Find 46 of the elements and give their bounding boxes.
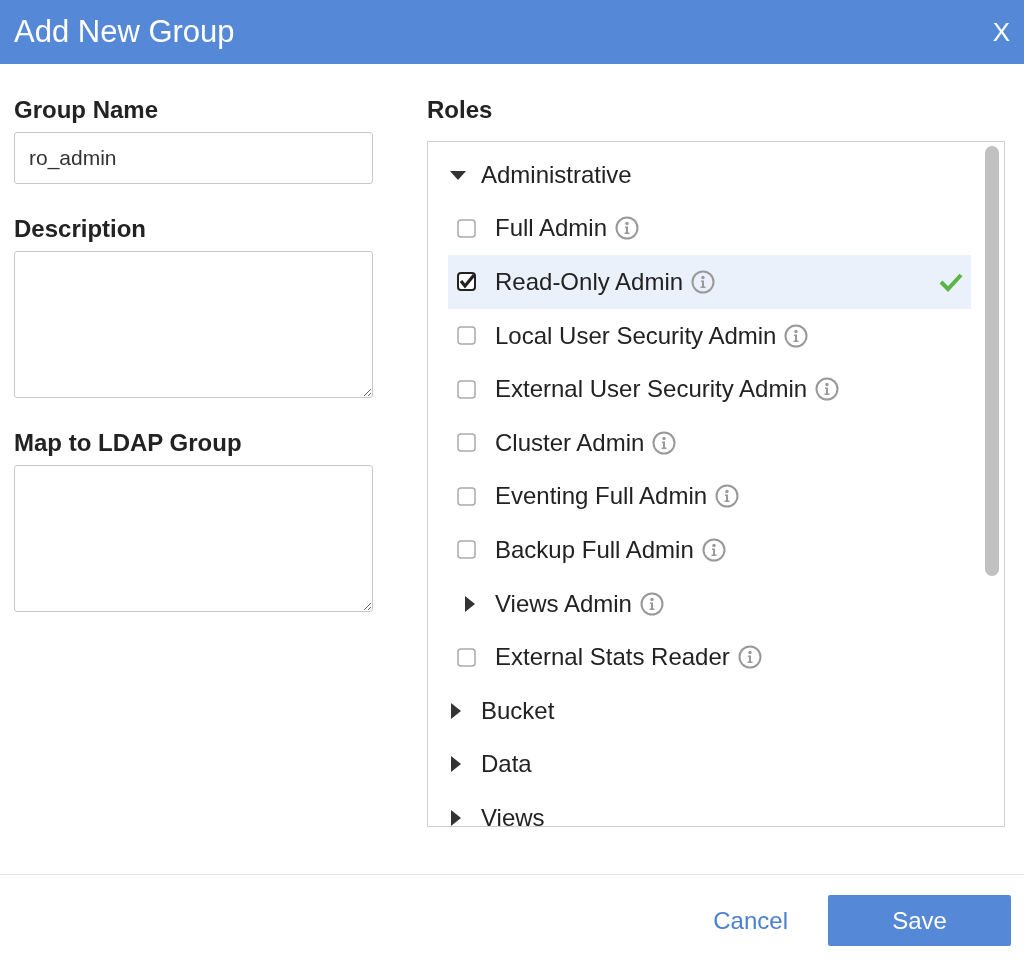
info-icon[interactable] xyxy=(615,216,640,241)
role-label[interactable]: Backup Full Admin xyxy=(495,535,694,564)
checkbox[interactable] xyxy=(457,272,476,292)
close-button[interactable]: X xyxy=(992,16,1010,48)
group-label[interactable]: Bucket xyxy=(481,696,555,725)
checkbox[interactable] xyxy=(457,326,476,346)
checkbox[interactable] xyxy=(457,647,476,667)
role-label[interactable]: External User Security Admin xyxy=(495,375,808,404)
caret-icon[interactable] xyxy=(464,595,476,612)
input-field[interactable]: ro_admin xyxy=(14,132,373,184)
info-icon[interactable] xyxy=(691,270,716,294)
checkbox[interactable] xyxy=(457,379,476,399)
role-label[interactable]: Local User Security Admin xyxy=(495,321,777,350)
info-icon[interactable] xyxy=(715,484,740,509)
checkmark-icon xyxy=(939,271,963,293)
caret-icon[interactable] xyxy=(450,702,462,719)
cancel-link[interactable]: Cancel xyxy=(713,906,788,935)
save-button[interactable]: Save xyxy=(828,895,1011,946)
caret-icon[interactable] xyxy=(450,756,462,773)
info-icon[interactable] xyxy=(652,430,677,455)
group-label[interactable]: Data xyxy=(481,750,532,779)
scrollbar-thumb[interactable] xyxy=(985,146,999,576)
role-label[interactable]: Eventing Full Admin xyxy=(495,482,708,511)
info-icon[interactable] xyxy=(815,377,840,402)
role-label[interactable]: Read-Only Admin xyxy=(495,268,684,296)
checkbox[interactable] xyxy=(457,540,476,560)
info-icon[interactable] xyxy=(639,591,664,616)
checkbox[interactable] xyxy=(457,486,476,506)
caret-icon[interactable] xyxy=(450,168,466,181)
info-icon[interactable] xyxy=(701,537,726,562)
info-icon[interactable] xyxy=(737,645,762,670)
roles-label: Roles xyxy=(427,96,494,124)
caret-icon[interactable] xyxy=(450,809,462,826)
field-label: Description xyxy=(14,215,148,243)
dialog-title: Add New Group xyxy=(14,14,235,50)
checkbox[interactable] xyxy=(457,433,476,453)
group-label[interactable]: Views Admin xyxy=(495,589,632,618)
group-label[interactable]: Administrative xyxy=(481,160,632,189)
group-label[interactable]: Views xyxy=(481,803,545,826)
role-label[interactable]: Cluster Admin xyxy=(495,428,645,457)
role-label[interactable]: External Stats Reader xyxy=(495,643,730,672)
field-label: Group Name xyxy=(14,96,160,124)
field-label: Map to LDAP Group xyxy=(14,429,243,457)
checkbox[interactable] xyxy=(457,218,476,238)
info-icon[interactable] xyxy=(784,323,809,348)
role-label[interactable]: Full Admin xyxy=(495,214,608,243)
